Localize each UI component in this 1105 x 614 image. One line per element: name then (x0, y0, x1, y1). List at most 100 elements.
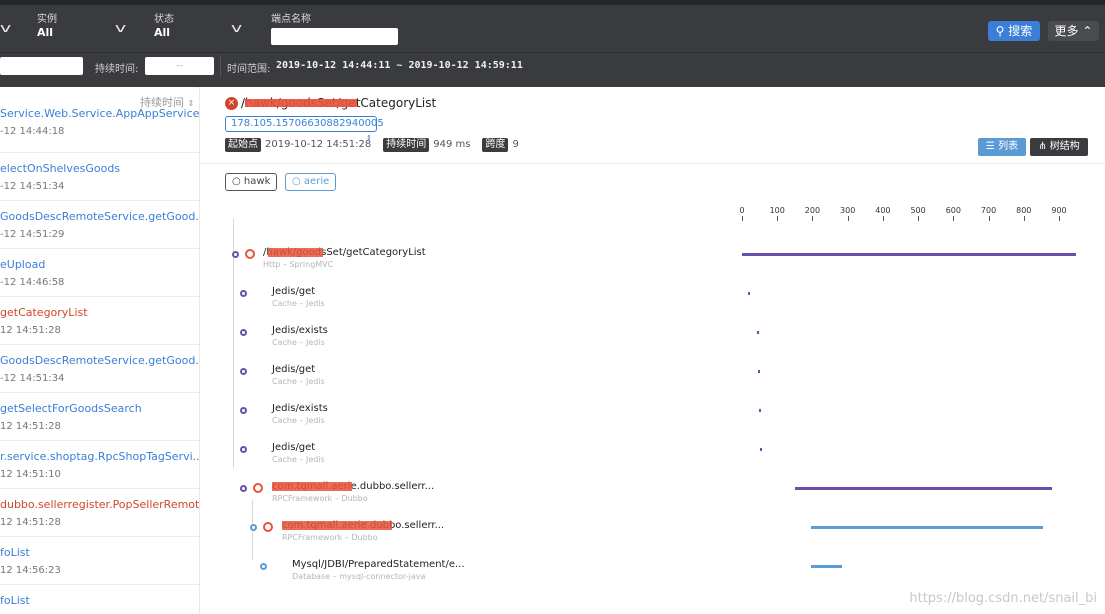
span-subtitle: Cache – Jedis (272, 455, 325, 464)
span-subtitle: Database – mysql-connector-java (292, 572, 426, 581)
axis-tick-label: 400 (875, 206, 891, 215)
span-duration-bar[interactable] (756, 331, 759, 334)
trace-list-item-title: r.service.shoptag.RpcShopTagServi... (0, 450, 199, 463)
search-button[interactable]: ⚲ 搜索 (988, 21, 1040, 41)
span-subtitle: RPCFramework – Dubbo (282, 533, 378, 542)
span-duration-bar[interactable] (758, 409, 761, 412)
error-icon: × (225, 97, 238, 110)
trace-list-item[interactable]: dubbo.sellerregister.PopSellerRemot... 12… (0, 489, 199, 537)
trace-list-item[interactable]: GoodsDescRemoteService.getGood... -12 14:… (0, 345, 199, 393)
service-tag-hawk[interactable]: ○ hawk (225, 173, 278, 191)
span-duration-bar[interactable] (810, 526, 1044, 529)
status-filter[interactable]: 状态 All (154, 14, 174, 39)
chevron-up-icon: ⌃ (1082, 24, 1093, 38)
span-node-icon[interactable] (240, 407, 247, 414)
trace-list-item-title: getSelectForGoodsSearch (0, 402, 142, 415)
span-node-icon[interactable] (240, 329, 247, 336)
span-node-icon[interactable] (240, 290, 247, 297)
span-duration-bar[interactable] (748, 292, 751, 295)
more-button[interactable]: 更多 ⌃ (1048, 21, 1099, 41)
span-node-icon[interactable] (240, 446, 247, 453)
divider (220, 55, 221, 77)
redaction-mark (268, 248, 323, 257)
trace-list-item-time: -12 14:51:34 (0, 373, 65, 384)
span-subtitle: Http – SpringMVC (263, 260, 334, 269)
trace-id-input[interactable] (0, 57, 83, 75)
trace-list-item-title: foList (0, 594, 30, 607)
span-duration-bar[interactable] (810, 565, 843, 568)
trace-list-item[interactable]: r.service.shoptag.RpcShopTagServi... 12 1… (0, 441, 199, 489)
span-subtitle: Cache – Jedis (272, 377, 325, 386)
time-range-value[interactable]: 2019-10-12 14:44:11 ~ 2019-10-12 14:59:1… (276, 60, 523, 71)
span-duration-bar[interactable] (759, 448, 762, 451)
redaction-mark (272, 482, 352, 491)
span-name[interactable]: Jedis/exists (272, 324, 328, 337)
trace-list-item[interactable]: getSelectForGoodsSearch 12 14:51:28 (0, 393, 199, 441)
axis-tick-label: 300 (840, 206, 856, 215)
trace-list-item-title: GoodsDescRemoteService.getGood... (0, 210, 199, 223)
trace-list-item[interactable]: foList 12 14:56:23 (0, 537, 199, 585)
axis-tick (1023, 216, 1025, 221)
duration-input[interactable]: -- (145, 57, 214, 75)
trace-list-item-time: -12 14:51:34 (0, 181, 65, 192)
span-name[interactable]: Jedis/get (272, 285, 315, 298)
span-subtitle: RPCFramework – Dubbo (272, 494, 368, 503)
trace-list-item-title: electOnShelvesGoods (0, 162, 121, 175)
axis-tick-label: 900 (1051, 206, 1067, 215)
chevron-down-icon[interactable]: v (0, 21, 11, 35)
list-view-button[interactable]: ☰ 列表 (978, 138, 1026, 156)
axis-tick (918, 216, 920, 221)
error-icon (245, 249, 255, 259)
tree-view-button[interactable]: ⋔ 树结构 (1030, 138, 1088, 156)
trace-list-item[interactable]: GoodsDescRemoteService.getGood... -12 14:… (0, 201, 199, 249)
trace-list-item[interactable]: getCategoryList 12 14:51:28 (0, 297, 199, 345)
span-node-icon[interactable] (260, 563, 267, 570)
axis-tick-label: 200 (804, 206, 821, 215)
instance-filter[interactable]: 实例 All (37, 14, 57, 39)
status-label: 状态 (154, 14, 174, 25)
trace-list-item[interactable]: foList (0, 585, 199, 614)
start-value: 2019-10-12 14:51:28 (265, 139, 372, 150)
circle-icon: ○ (292, 176, 301, 187)
axis-tick-label: 0 (739, 206, 745, 215)
span-subtitle: Cache – Jedis (272, 338, 325, 347)
axis-tick-label: 700 (980, 206, 997, 215)
span-name[interactable]: Mysql/JDBI/PreparedStatement/e... (292, 558, 465, 571)
chevron-down-icon[interactable]: v (231, 21, 242, 35)
search-icon: ⚲ (995, 24, 1005, 38)
axis-tick (777, 216, 779, 221)
span-node-icon[interactable] (240, 368, 247, 375)
endpoint-input[interactable] (271, 28, 398, 45)
duration-label: 持续时间: (95, 64, 139, 75)
span-name[interactable]: Jedis/get (272, 441, 315, 454)
more-button-label: 更多 (1054, 24, 1079, 38)
status-value: All (154, 26, 171, 39)
axis-tick (988, 216, 990, 221)
trace-title: /hawk/goodsSet/getCategoryList (241, 96, 436, 110)
span-name[interactable]: Jedis/exists (272, 402, 328, 415)
service-tag-aerie[interactable]: ○ aerie (285, 173, 337, 191)
trace-list-item-time: 12 14:51:28 (0, 421, 61, 432)
span-node-icon[interactable] (232, 251, 239, 258)
watermark: https://blog.csdn.net/snail_bi (909, 591, 1097, 606)
span-duration-bar[interactable] (742, 253, 1077, 256)
trace-list: 持续时间 ⇕ Service.Web.Service.AppAppService… (0, 87, 200, 614)
redaction-mark (245, 99, 357, 107)
trace-list-item[interactable]: Service.Web.Service.AppAppService.GetSer… (0, 105, 199, 153)
span-node-icon[interactable] (250, 524, 257, 531)
duration-value: 949 ms (433, 139, 471, 150)
trace-list-item-time: 12 14:56:23 (0, 565, 61, 576)
span-node-icon[interactable] (240, 485, 247, 492)
span-name[interactable]: Jedis/get (272, 363, 315, 376)
trace-list-item[interactable]: eUpload -12 14:46:58 (0, 249, 199, 297)
axis-tick-label: 800 (1016, 206, 1032, 215)
chevron-down-icon[interactable]: v (115, 21, 126, 35)
redaction-mark (282, 521, 392, 530)
trace-list-item[interactable]: electOnShelvesGoods -12 14:51:34 (0, 153, 199, 201)
trace-id-value: 178.105.15706630882940005 (231, 118, 384, 129)
span-duration-bar[interactable] (757, 370, 760, 373)
span-duration-bar[interactable] (794, 487, 1052, 490)
axis-tick-label: 600 (945, 206, 961, 215)
trace-id-select[interactable]: 178.105.15706630882940005 ⇕ (225, 116, 384, 142)
service-name: aerie (303, 176, 330, 187)
